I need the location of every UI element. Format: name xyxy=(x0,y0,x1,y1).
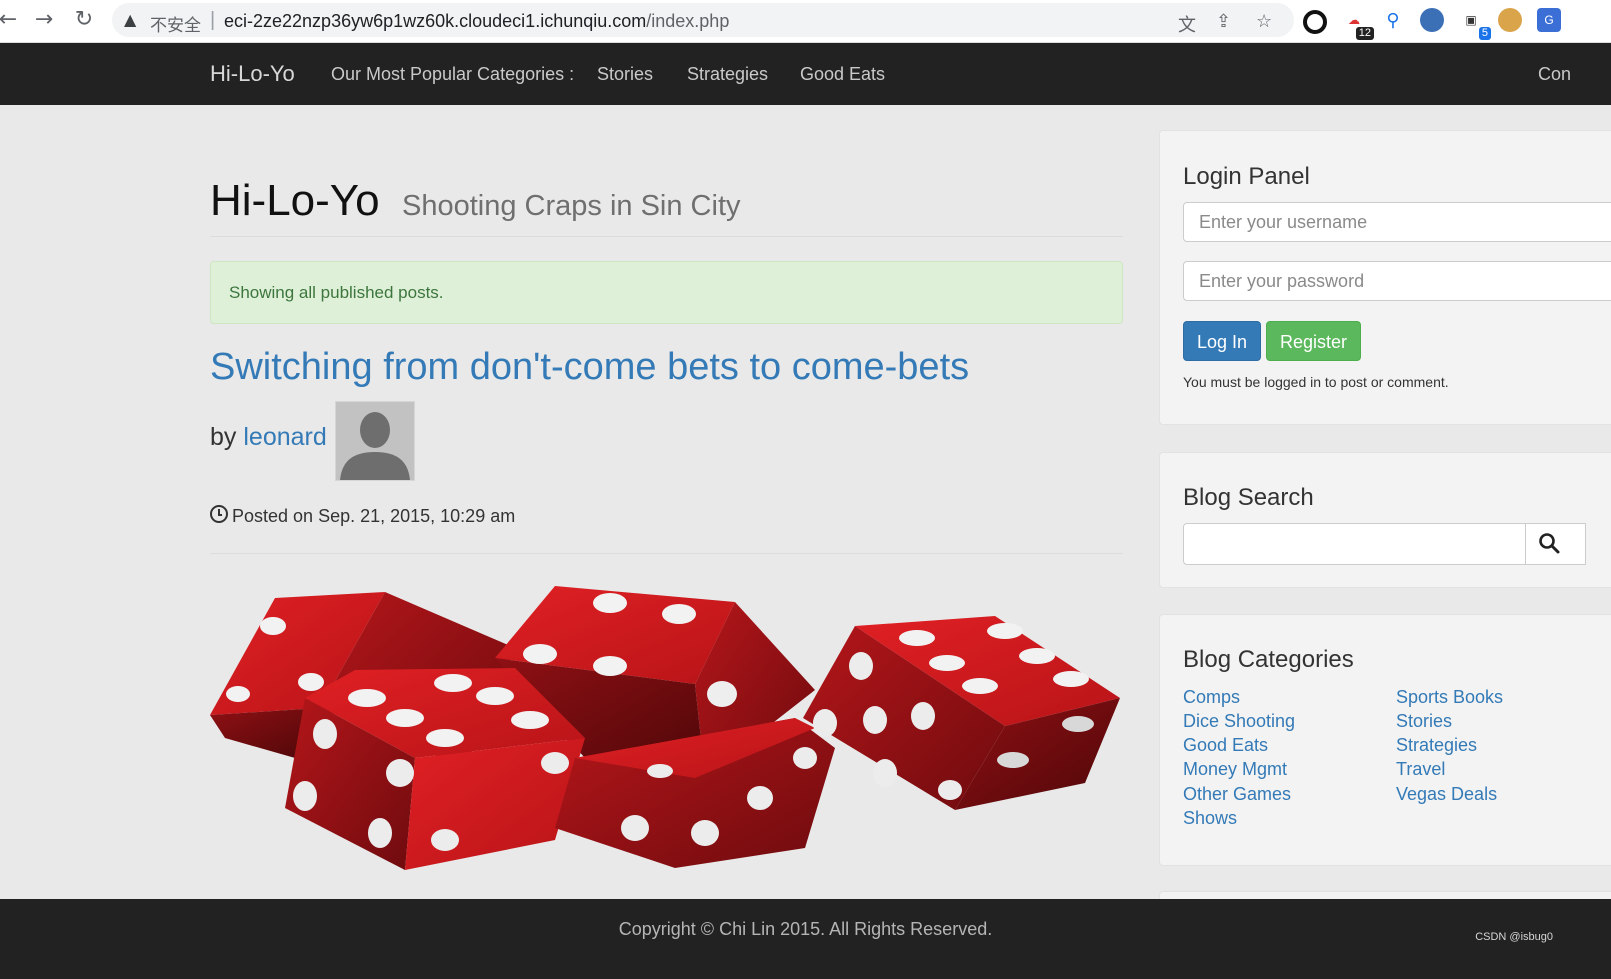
blog-categories-title: Blog Categories xyxy=(1183,646,1354,673)
extension-pin-icon[interactable]: ⚲ xyxy=(1381,8,1405,32)
posted-date: Posted on Sep. 21, 2015, 10:29 am xyxy=(210,505,515,527)
nav-link-good-eats[interactable]: Good Eats xyxy=(800,64,885,85)
post-byline: by leonard xyxy=(210,423,327,452)
title-divider xyxy=(210,236,1123,237)
nav-link-stories[interactable]: Stories xyxy=(597,64,653,85)
url-separator: | xyxy=(210,9,216,31)
register-button[interactable]: Register xyxy=(1266,321,1361,361)
google-translate-icon[interactable]: G xyxy=(1537,8,1561,32)
die-front-left xyxy=(285,668,585,870)
login-note: You must be logged in to post or comment… xyxy=(1183,374,1449,390)
category-link-other-games[interactable]: Other Games xyxy=(1183,784,1291,805)
reload-icon[interactable]: ↻ xyxy=(70,6,98,34)
security-label[interactable]: 不安全 xyxy=(150,11,201,36)
extension-badge: 5 xyxy=(1478,27,1491,40)
url-path: /index.php xyxy=(646,11,730,31)
share-icon[interactable]: ⇪ xyxy=(1216,11,1231,32)
category-link-stories[interactable]: Stories xyxy=(1396,711,1452,732)
blog-categories-panel: Blog Categories Comps Dice Shooting Good… xyxy=(1159,614,1611,866)
username-input[interactable] xyxy=(1183,202,1611,242)
category-link-comps[interactable]: Comps xyxy=(1183,687,1240,708)
post-title-link[interactable]: Switching from don't-come bets to come-b… xyxy=(210,346,969,389)
extension-bot-icon[interactable]: ▣ 5 xyxy=(1459,8,1491,40)
search-button[interactable] xyxy=(1526,523,1586,565)
url-host: eci-2ze22nzp36yw6p1wz60k.cloudeci1.ichun… xyxy=(224,11,647,31)
person-silhouette-icon xyxy=(340,412,410,480)
extension-cloud-icon[interactable]: ☁ 12 xyxy=(1342,8,1374,40)
dice-image xyxy=(210,586,1120,870)
author-avatar xyxy=(335,401,415,481)
page-subtitle: Shooting Craps in Sin City xyxy=(402,190,741,222)
posted-text: Posted on Sep. 21, 2015, 10:29 am xyxy=(232,506,516,526)
alert-text: Showing all published posts. xyxy=(229,283,444,302)
extension-globe-icon[interactable] xyxy=(1420,8,1444,32)
cookie-icon[interactable] xyxy=(1498,8,1522,32)
extension-badge: 12 xyxy=(1355,27,1374,40)
password-input[interactable] xyxy=(1183,261,1611,301)
category-link-vegas-deals[interactable]: Vegas Deals xyxy=(1396,784,1497,805)
post-divider xyxy=(210,553,1123,554)
copyright-text: Copyright © Chi Lin 2015. All Rights Res… xyxy=(618,919,993,939)
bookmark-star-icon[interactable]: ☆ xyxy=(1256,11,1272,32)
nav-popular-label: Our Most Popular Categories : xyxy=(331,64,575,84)
category-link-sports-books[interactable]: Sports Books xyxy=(1396,687,1503,708)
clock-icon xyxy=(210,505,228,523)
nav-link-contact[interactable]: Con xyxy=(1538,64,1571,85)
translate-icon[interactable]: 文 xyxy=(1178,11,1196,37)
category-link-good-eats[interactable]: Good Eats xyxy=(1183,735,1268,756)
category-link-money-mgmt[interactable]: Money Mgmt xyxy=(1183,759,1287,780)
login-panel-title: Login Panel xyxy=(1183,163,1310,190)
category-link-dice-shooting[interactable]: Dice Shooting xyxy=(1183,711,1295,732)
page-title: Hi-Lo-Yo xyxy=(210,176,380,225)
status-alert: Showing all published posts. xyxy=(210,261,1123,324)
address-bar[interactable]: ▲ 不安全 | eci-2ze22nzp36yw6p1wz60k.cloudec… xyxy=(112,3,1294,37)
url-text[interactable]: eci-2ze22nzp36yw6p1wz60k.cloudeci1.ichun… xyxy=(224,11,729,32)
warning-icon[interactable]: ▲ xyxy=(124,10,136,29)
login-button[interactable]: Log In xyxy=(1183,321,1261,361)
category-link-strategies[interactable]: Strategies xyxy=(1396,735,1477,756)
by-label: by xyxy=(210,423,237,451)
category-link-shows[interactable]: Shows xyxy=(1183,808,1237,829)
watermark-text: CSDN @isbug0 xyxy=(1475,931,1553,943)
navbar-brand[interactable]: Hi-Lo-Yo xyxy=(210,61,295,87)
category-link-travel[interactable]: Travel xyxy=(1396,759,1445,780)
back-arrow-icon[interactable]: ← xyxy=(0,6,22,34)
blog-search-panel: Blog Search xyxy=(1159,452,1611,588)
extension-circle-icon[interactable] xyxy=(1303,10,1327,34)
browser-toolbar: ← → ↻ ▲ 不安全 | eci-2ze22nzp36yw6p1wz60k.c… xyxy=(0,0,1611,43)
die-right xyxy=(803,616,1120,810)
nav-link-strategies[interactable]: Strategies xyxy=(687,64,768,85)
blog-search-input[interactable] xyxy=(1183,523,1526,565)
author-link[interactable]: leonard xyxy=(243,423,326,451)
forward-arrow-icon[interactable]: → xyxy=(30,6,58,34)
login-panel: Login Panel Log In Register You must be … xyxy=(1159,130,1611,425)
site-navbar: Hi-Lo-Yo Our Most Popular Categories : S… xyxy=(0,43,1611,105)
search-icon xyxy=(1539,533,1560,554)
blog-search-title: Blog Search xyxy=(1183,484,1314,511)
site-footer: Copyright © Chi Lin 2015. All Rights Res… xyxy=(0,899,1611,979)
